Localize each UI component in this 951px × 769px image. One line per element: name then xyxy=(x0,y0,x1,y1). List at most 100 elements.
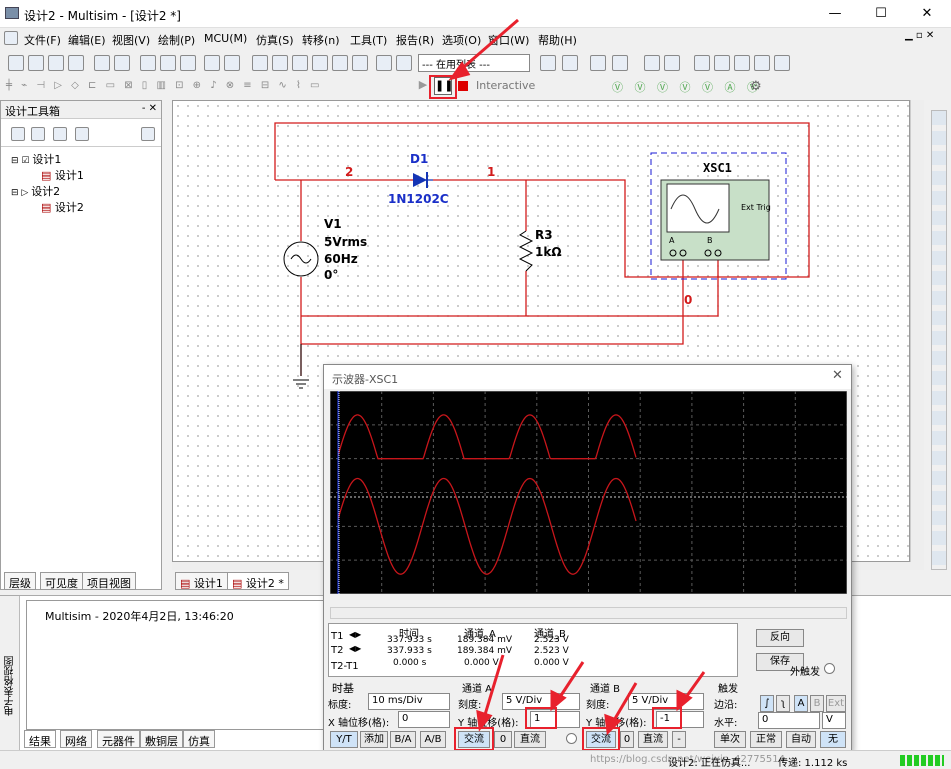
falling-edge-button[interactable]: ʅ xyxy=(776,695,790,712)
transfer-icon[interactable] xyxy=(562,55,578,71)
cut-icon[interactable] xyxy=(140,55,156,71)
add-mode-button[interactable]: 添加 xyxy=(360,731,388,748)
trigger-a-button[interactable]: A xyxy=(794,695,808,712)
osc-close-button[interactable]: ✕ xyxy=(832,368,843,383)
yt-mode-button[interactable]: Y/T xyxy=(330,731,358,748)
run-icon[interactable]: ▶ xyxy=(416,78,430,95)
toolbox-close-icon[interactable]: - ✕ xyxy=(142,103,157,114)
copy-icon[interactable] xyxy=(160,55,176,71)
in-use-list-dropdown[interactable]: --- 在用列表 --- xyxy=(418,54,530,72)
reverse-button[interactable]: 反向 xyxy=(756,629,804,647)
trigger-none-button[interactable]: 无 xyxy=(820,731,846,748)
interactive-label[interactable]: Interactive xyxy=(476,79,535,92)
channel-a-dc-button[interactable]: 直流 xyxy=(514,731,546,748)
hierarchy-icon[interactable] xyxy=(376,55,392,71)
tree-item-design1[interactable]: ⊟ ☑ 设计1 xyxy=(11,151,61,167)
tree-item-design2[interactable]: ⊟ ▷ 设计2 xyxy=(11,183,60,199)
menu-options[interactable]: 选项(O) xyxy=(442,32,481,48)
fullscreen-toggle-icon[interactable] xyxy=(774,55,790,71)
zoom-out-icon[interactable] xyxy=(714,55,730,71)
doc-tab-design2[interactable]: ▤ 设计2 * xyxy=(227,572,289,590)
new-design-icon[interactable] xyxy=(11,127,25,141)
instrument-icons[interactable] xyxy=(931,110,947,570)
print-preview-icon[interactable] xyxy=(114,55,130,71)
toolbox-settings-icon[interactable] xyxy=(141,127,155,141)
forward-annotate-icon[interactable] xyxy=(612,55,628,71)
settings-gear-icon[interactable]: ⚙ xyxy=(750,79,762,94)
tab-project-view[interactable]: 项目视图 xyxy=(82,572,136,590)
menu-view[interactable]: 视图(V) xyxy=(112,32,150,48)
menu-reports[interactable]: 报告(R) xyxy=(396,32,434,48)
channel-a-zero-button[interactable]: 0 xyxy=(494,731,512,748)
zoom-fit-icon[interactable] xyxy=(754,55,770,71)
minimize-button[interactable]: — xyxy=(812,0,858,28)
ba-mode-button[interactable]: B/A xyxy=(390,731,416,748)
osc-scrollbar[interactable] xyxy=(330,607,847,619)
redo-icon[interactable] xyxy=(224,55,240,71)
component-icon[interactable] xyxy=(352,55,368,71)
trigger-level-field[interactable]: 0 xyxy=(758,712,820,729)
menu-tools[interactable]: 工具(T) xyxy=(350,32,387,48)
erc-icon[interactable] xyxy=(540,55,556,71)
spreadsheet-icon[interactable] xyxy=(292,55,308,71)
menu-edit[interactable]: 编辑(E) xyxy=(68,32,106,48)
grapher-icon[interactable] xyxy=(312,55,328,71)
open-design-icon[interactable] xyxy=(31,127,45,141)
t1-arrows[interactable]: ◀▶ xyxy=(349,630,361,639)
osc-screen[interactable] xyxy=(330,391,847,594)
ab-mode-button[interactable]: A/B xyxy=(420,731,446,748)
database-icon[interactable] xyxy=(332,55,348,71)
menu-window[interactable]: 窗口(W) xyxy=(488,32,529,48)
probe-icons[interactable]: Ⓥ Ⓥ Ⓥ Ⓥ Ⓥ Ⓐ Ⓥ xyxy=(612,79,762,95)
channel-a-radio[interactable] xyxy=(566,733,577,744)
zoom-in-icon[interactable] xyxy=(694,55,710,71)
channel-b-zero-button[interactable]: 0 xyxy=(620,731,634,748)
ext-trigger-radio[interactable] xyxy=(824,663,835,674)
tree-item-design1-sheet[interactable]: ▤ 设计1 xyxy=(41,167,84,183)
trigger-single-button[interactable]: 单次 xyxy=(714,731,746,748)
doc-tab-design1[interactable]: ▤ 设计1 xyxy=(175,572,228,590)
mdi-controls[interactable]: ▁ ▫ ✕ xyxy=(905,30,934,41)
paste-icon[interactable] xyxy=(180,55,196,71)
menu-file[interactable]: 文件(F) xyxy=(24,32,61,48)
timebase-scale-field[interactable]: 10 ms/Div xyxy=(368,693,450,710)
new-file-icon[interactable] xyxy=(8,55,24,71)
trigger-auto-button[interactable]: 自动 xyxy=(786,731,816,748)
grid-view-icon[interactable] xyxy=(272,55,288,71)
tab-hierarchy[interactable]: 层级 xyxy=(4,572,36,590)
tree-item-design2-sheet[interactable]: ▤ 设计2 xyxy=(41,199,84,215)
tab-visibility[interactable]: 可见度 xyxy=(40,572,83,590)
close-design-icon[interactable] xyxy=(75,127,89,141)
trigger-normal-button[interactable]: 正常 xyxy=(750,731,782,748)
stop-icon[interactable] xyxy=(458,81,468,91)
pause-icon[interactable]: ❚❚ xyxy=(434,77,453,95)
help-icon[interactable] xyxy=(664,55,680,71)
menu-transfer[interactable]: 转移(n) xyxy=(302,32,340,48)
save-design-icon[interactable] xyxy=(53,127,67,141)
undo-icon[interactable] xyxy=(204,55,220,71)
open-folder-icon[interactable] xyxy=(28,55,44,71)
tab-results[interactable]: 结果 xyxy=(24,730,56,748)
component-toolbar-icons[interactable]: ╪ ⌁ ⊣ ▷ ◇ ⊏ ▭ ⊠ ▯ ▥ ⊡ ⊕ ♪ ⊗ ≡ ⊟ ∿ ⌇ ▭ xyxy=(6,80,406,94)
save-icon[interactable] xyxy=(68,55,84,71)
menu-simulate[interactable]: 仿真(S) xyxy=(256,32,294,48)
canvas-vertical-scrollbar[interactable] xyxy=(910,100,924,562)
zoom-area-icon[interactable] xyxy=(734,55,750,71)
print-icon[interactable] xyxy=(94,55,110,71)
maximize-button[interactable]: ☐ xyxy=(858,0,904,28)
tab-copper-layers[interactable]: 敷铜层 xyxy=(140,730,183,748)
close-button[interactable]: ✕ xyxy=(904,0,950,28)
channel-b-minus-button[interactable]: - xyxy=(672,731,686,748)
trigger-b-button[interactable]: B xyxy=(810,695,824,712)
t2-arrows[interactable]: ◀▶ xyxy=(349,644,361,653)
tab-simulation[interactable]: 仿真 xyxy=(183,730,215,748)
postprocessor-icon[interactable] xyxy=(396,55,412,71)
fullscreen-icon[interactable] xyxy=(252,55,268,71)
find-icon[interactable] xyxy=(644,55,660,71)
back-annotate-icon[interactable] xyxy=(590,55,606,71)
menu-place[interactable]: 绘制(P) xyxy=(158,32,195,48)
tab-nets[interactable]: 网络 xyxy=(60,730,92,748)
trigger-level-unit[interactable]: V xyxy=(822,712,846,729)
rising-edge-button[interactable]: ∫ xyxy=(760,695,774,712)
trigger-ext-button[interactable]: Ext xyxy=(826,695,846,712)
